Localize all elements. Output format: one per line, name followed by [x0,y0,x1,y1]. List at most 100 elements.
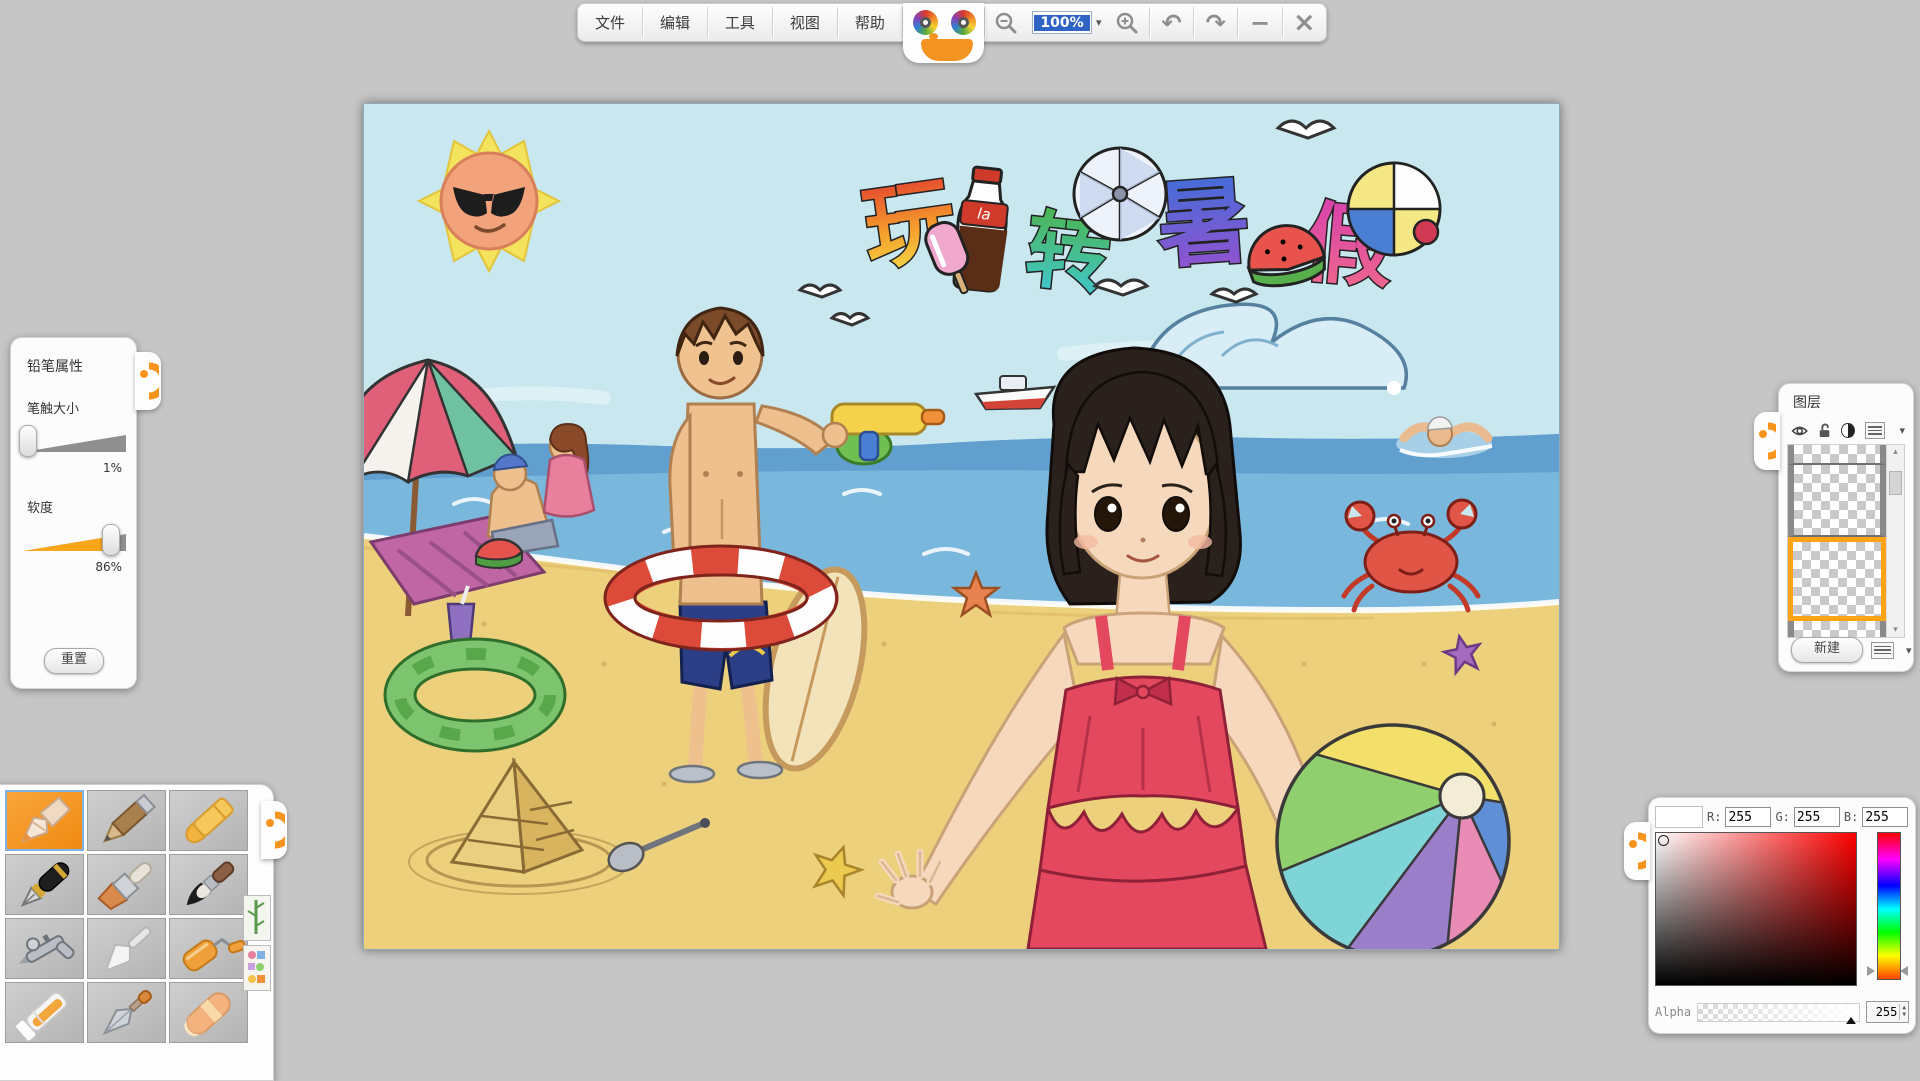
sv-marker[interactable] [1658,835,1669,846]
drawing-canvas[interactable]: 玩 转 暑 假 la [363,103,1560,950]
reset-button[interactable]: 重置 [44,648,104,674]
color-picker-panel: R: G: B: Alpha ▲▼ [1648,797,1916,1034]
paper-pencil-icon [8,793,82,849]
spin-down-icon[interactable]: ▼ [1902,1012,1906,1019]
current-color-swatch[interactable] [1655,806,1703,828]
g-input[interactable] [1794,807,1840,827]
alpha-row: Alpha ▲▼ [1655,1001,1909,1023]
zoom-level-control[interactable]: 100% ▾ [1032,4,1102,41]
zoom-level-field[interactable]: 100% [1032,11,1092,34]
layers-list: ▴ ▾ [1787,444,1905,638]
layers-panel-footer: 新建 ▾ [1779,637,1913,663]
hue-marker-right-icon[interactable] [1900,966,1908,976]
layer-row[interactable] [1788,621,1886,637]
main-toolbar: 文件 编辑 工具 视图 帮助 100% ▾ [577,3,1327,42]
alpha-spinner[interactable]: ▲▼ [1866,1001,1909,1023]
g-label: G: [1775,810,1789,824]
alpha-spin-arrows[interactable]: ▲▼ [1899,1004,1908,1019]
paint-roller-icon [172,921,246,977]
layer-row[interactable] [1788,465,1886,537]
visibility-eye-icon[interactable] [1791,424,1808,438]
paint-jar-icon [8,985,82,1041]
alpha-marker-icon[interactable] [1846,1017,1856,1024]
softness-thumb[interactable] [102,524,120,556]
close-button[interactable]: × [1283,4,1326,41]
tool-paint-roller[interactable] [169,918,248,979]
menu-tools[interactable]: 工具 [708,4,772,41]
brush-size-slider[interactable] [23,427,126,457]
new-layer-button[interactable]: 新建 [1791,637,1863,663]
b-input[interactable] [1862,807,1908,827]
layer-row[interactable] [1788,445,1886,465]
liner-icon [90,985,164,1041]
tool-airbrush[interactable] [5,918,84,979]
airbrush-icon [8,921,82,977]
color-panel-handle[interactable] [1624,822,1650,880]
tool-grid [5,790,273,1043]
menu-help[interactable]: 帮助 [838,4,902,41]
layer-row-selected[interactable] [1788,537,1886,621]
brush-size-label: 笔触大小 [27,398,136,417]
minimize-button[interactable]: − [1238,4,1281,41]
tool-paper-pencil[interactable] [5,790,84,851]
tool-flat-brush[interactable] [87,854,166,915]
hue-gradient-bar[interactable] [1877,832,1901,980]
scrollbar-thumb[interactable] [1889,471,1902,495]
layer-menu-icon[interactable] [1865,422,1886,439]
menu-view[interactable]: 视图 [773,4,837,41]
zoom-out-button[interactable] [985,4,1028,41]
panel-handle-icon [265,811,285,849]
panel-handle-icon [139,362,159,400]
watermelon-slice [476,539,522,568]
menu-file-label: 文件 [595,12,625,33]
pencil-properties-panel: 铅笔属性 笔触大小 1% 软度 86% 重置 [10,337,137,689]
hue-marker-left-icon[interactable] [1867,966,1875,976]
saturation-value-square[interactable] [1655,832,1857,986]
palette-knife-icon [90,921,164,977]
softness-slider[interactable] [23,526,126,556]
undo-button[interactable]: ↶ [1150,4,1193,41]
layers-footer-caret-icon[interactable]: ▾ [1906,644,1912,657]
zoom-out-icon [994,11,1018,35]
tool-ink-brush[interactable] [169,854,248,915]
menu-edit[interactable]: 编辑 [643,4,707,41]
hue-slider[interactable] [1870,832,1904,978]
softness-label: 软度 [27,497,136,516]
title-beachball [1348,163,1440,255]
opacity-halfmoon-icon[interactable] [1841,423,1854,438]
alpha-slider[interactable] [1697,1003,1860,1022]
mascot-right-eye-icon [951,10,976,35]
menu-edit-label: 编辑 [660,12,690,33]
scroll-up-icon[interactable]: ▴ [1893,447,1898,457]
brush-size-track[interactable] [23,435,126,452]
layers-scrollbar[interactable]: ▴ ▾ [1886,445,1904,637]
redo-button[interactable]: ↷ [1194,4,1237,41]
zoom-dropdown-caret-icon[interactable]: ▾ [1096,16,1102,29]
minimize-icon: − [1250,11,1270,35]
tool-palette-knife[interactable] [87,918,166,979]
layers-footer-menu-icon[interactable] [1871,642,1894,659]
r-input[interactable] [1725,807,1771,827]
tool-paint-jar[interactable] [5,982,84,1043]
tool-wood-pencil[interactable] [87,790,166,851]
zoom-in-button[interactable] [1106,4,1149,41]
bamboo-texture-thumb[interactable] [243,895,271,941]
pencil-panel-handle[interactable] [135,352,161,410]
tool-fountain-pen[interactable] [5,854,84,915]
tool-crayon[interactable] [169,790,248,851]
layer-menu-caret-icon[interactable]: ▾ [1899,424,1905,437]
rgb-row: R: G: B: [1655,806,1909,828]
menu-file[interactable]: 文件 [578,4,642,41]
brush-size-thumb[interactable] [19,425,37,457]
pinwheel [1074,148,1166,240]
tool-liner[interactable] [87,982,166,1043]
tool-palette-handle[interactable] [261,801,287,859]
app-window: 文件 编辑 工具 视图 帮助 100% ▾ [0,0,1920,1050]
scroll-down-icon[interactable]: ▾ [1893,625,1898,635]
alpha-value-input[interactable] [1867,1004,1899,1020]
lock-open-icon[interactable] [1818,422,1831,439]
stamps-texture-thumb[interactable] [243,945,271,991]
layers-header-icons: ▾ [1791,422,1905,439]
tool-eraser[interactable] [169,982,248,1043]
layers-panel-handle[interactable] [1754,412,1780,470]
